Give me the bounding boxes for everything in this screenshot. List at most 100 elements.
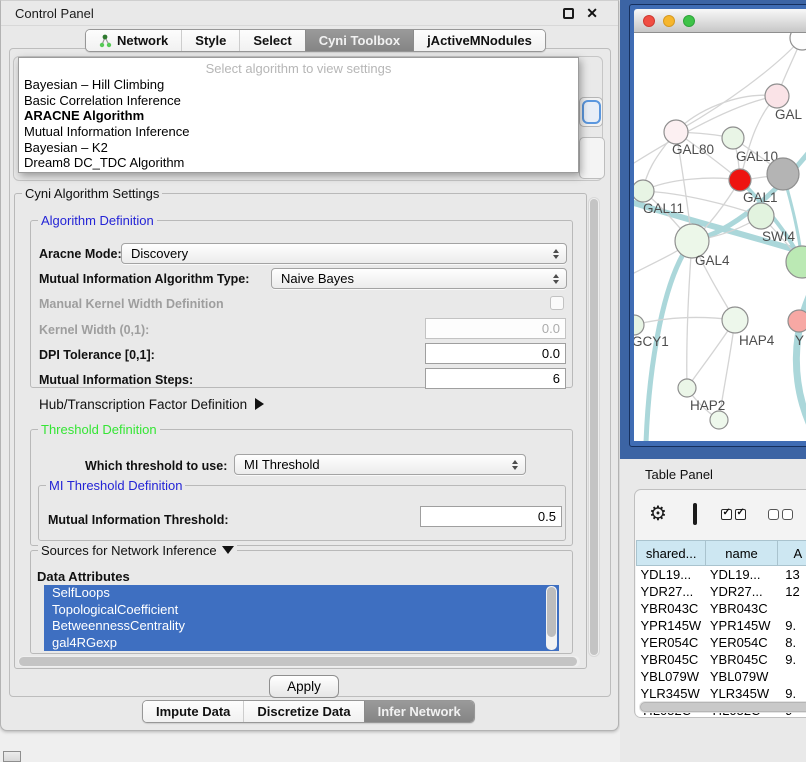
table-row[interactable]: YPR145WYPR145W9. [637, 617, 806, 634]
network-node[interactable] [767, 158, 799, 190]
network-node-y[interactable] [788, 310, 806, 332]
unchecked-box-icon [782, 509, 793, 520]
tab-cyni-toolbox[interactable]: Cyni Toolbox [305, 30, 413, 51]
float-window-icon[interactable] [563, 8, 574, 19]
network-node-hap4[interactable] [722, 307, 748, 333]
tab-select[interactable]: Select [239, 30, 304, 51]
kernel-width-label: Kernel Width (0,1): [39, 323, 149, 337]
table-cell: YBR045C [637, 651, 706, 668]
kernel-width-value: 0.0 [542, 321, 560, 336]
network-node-swi4[interactable] [748, 203, 774, 229]
tab-impute-data[interactable]: Impute Data [143, 701, 243, 722]
mi-threshold-field[interactable]: 0.5 [420, 506, 562, 527]
hub-tf-label: Hub/Transcription Factor Definition [39, 397, 247, 412]
mac-close-icon[interactable] [643, 15, 655, 27]
settings-hscroll-thumb[interactable] [19, 657, 577, 666]
tab-network[interactable]: Network [86, 30, 181, 51]
table-cell: 8. [777, 634, 806, 651]
table-cell: 9. [777, 651, 806, 668]
column-header-a[interactable]: A [777, 541, 806, 566]
table-panel-title: Table Panel [645, 467, 713, 482]
column-header-shared-[interactable]: shared... [637, 541, 706, 566]
table-horizontal-scrollbar[interactable] [639, 701, 806, 713]
network-graph[interactable]: GALGAL80GAL10GAL1GAL11SWI4GAL4GCY1HAP4YH… [634, 33, 806, 441]
panel-corner-button[interactable] [3, 751, 21, 762]
kernel-width-field[interactable]: 0.0 [425, 318, 566, 339]
attribute-item-gal4rgexp[interactable]: gal4RGexp [44, 635, 559, 652]
mi-steps-field[interactable]: 6 [425, 368, 566, 389]
node-label-y: Y [795, 333, 804, 348]
which-threshold-label: Which threshold to use: [85, 459, 227, 473]
table-row[interactable]: YBR043CYBR043C [637, 600, 806, 617]
aracne-mode-select[interactable]: Discovery [121, 243, 567, 264]
popup-item-dream8-dc-tdc-algorithm[interactable]: Dream8 DC_TDC Algorithm [19, 155, 578, 171]
attribute-item-selfloops[interactable]: SelfLoops [44, 585, 559, 602]
popup-item-list: Bayesian – Hill ClimbingBasic Correlatio… [19, 77, 578, 171]
table-row[interactable]: YBL079WYBL079W [637, 668, 806, 685]
network-node[interactable] [710, 411, 728, 429]
deselect-all-checks-icon[interactable] [768, 509, 793, 520]
network-window-titlebar [634, 9, 806, 33]
attribute-item-betweennesscentrality[interactable]: BetweennessCentrality [44, 618, 559, 635]
table-row[interactable]: YLR345WYLR345W9. [637, 685, 806, 702]
tab-style[interactable]: Style [181, 30, 239, 51]
settings-vscroll-thumb[interactable] [590, 199, 598, 655]
select-all-checks-icon[interactable] [721, 509, 746, 520]
mi-type-select[interactable]: Naive Bayes [271, 268, 567, 289]
hub-tf-expander[interactable]: Hub/Transcription Factor Definition [39, 397, 264, 412]
manual-kernel-checkbox[interactable] [550, 296, 564, 310]
network-node-gal10[interactable] [722, 127, 744, 149]
table-row[interactable]: YBR045CYBR045C9. [637, 651, 806, 668]
expand-right-icon [255, 398, 264, 410]
popup-item-bayesian-k2[interactable]: Bayesian – K2 [19, 140, 578, 156]
data-attributes-label: Data Attributes [37, 569, 130, 584]
columns-icon[interactable] [693, 503, 697, 525]
attribute-item-topologicalcoefficient[interactable]: TopologicalCoefficient [44, 602, 559, 619]
mac-zoom-icon[interactable] [683, 15, 695, 27]
popup-item-aracne-algorithm[interactable]: ARACNE Algorithm [19, 108, 578, 124]
network-node-gal11[interactable] [634, 180, 654, 202]
network-node-gal1[interactable] [729, 169, 751, 191]
node-attribute-table[interactable]: shared...nameA YDL19...YDL19...13YDR27..… [636, 540, 806, 718]
mac-minimize-icon[interactable] [663, 15, 675, 27]
close-icon[interactable]: ✕ [586, 8, 598, 19]
attributes-scrollbar[interactable] [546, 586, 557, 650]
table-row[interactable]: YER054CYER054C8. [637, 634, 806, 651]
popup-item-bayesian-hill-climbing[interactable]: Bayesian – Hill Climbing [19, 77, 578, 93]
network-node-gcy1[interactable] [634, 315, 644, 335]
settings-vertical-scrollbar[interactable] [588, 197, 600, 657]
apply-button[interactable]: Apply [269, 675, 339, 698]
network-node-hap2[interactable] [678, 379, 696, 397]
table-cell: YLR345W [637, 685, 706, 702]
gear-icon[interactable]: ⚙ [649, 504, 667, 524]
tab-infer-network[interactable]: Infer Network [364, 701, 474, 722]
sources-legend[interactable]: Sources for Network Inference [38, 543, 237, 558]
table-row[interactable]: YDR27...YDR27...12 [637, 583, 806, 600]
attributes-scrollbar-thumb[interactable] [547, 587, 556, 637]
data-attributes-list[interactable]: SelfLoopsTopologicalCoefficientBetweenne… [44, 585, 559, 651]
network-canvas[interactable]: GALGAL80GAL10GAL1GAL11SWI4GAL4GCY1HAP4YH… [634, 33, 806, 441]
control-panel-window: Control Panel ✕ NetworkStyleSelectCyni T… [0, 0, 619, 731]
table-cell: YPR145W [706, 617, 777, 634]
which-threshold-select[interactable]: MI Threshold [234, 454, 526, 475]
network-edge [643, 178, 740, 191]
network-node-gal[interactable] [765, 84, 789, 108]
top-tab-strip: NetworkStyleSelectCyni ToolboxjActiveMNo… [85, 29, 546, 52]
network-node-gal80[interactable] [664, 120, 688, 144]
network-view-window: GALGAL80GAL10GAL1GAL11SWI4GAL4GCY1HAP4YH… [629, 4, 806, 447]
dpi-tolerance-field[interactable]: 0.0 [425, 343, 566, 364]
table-hscroll-thumb[interactable] [640, 702, 806, 712]
table-cell: YLR345W [706, 685, 777, 702]
table-cell [777, 600, 806, 617]
hidden-field-partial [579, 137, 605, 179]
column-header-name[interactable]: name [706, 541, 777, 566]
table-cell: YER054C [637, 634, 706, 651]
stepper-arrows-icon [553, 274, 559, 284]
popup-item-basic-correlation-inference[interactable]: Basic Correlation Inference [19, 93, 578, 109]
tab-jactivemnodules[interactable]: jActiveMNodules [413, 30, 545, 51]
tab-discretize-data[interactable]: Discretize Data [243, 701, 363, 722]
table-row[interactable]: YDL19...YDL19...13 [637, 566, 806, 583]
settings-horizontal-scrollbar[interactable] [18, 656, 580, 667]
popup-item-mutual-information-inference[interactable]: Mutual Information Inference [19, 124, 578, 140]
table-cell: YDL19... [706, 566, 777, 583]
